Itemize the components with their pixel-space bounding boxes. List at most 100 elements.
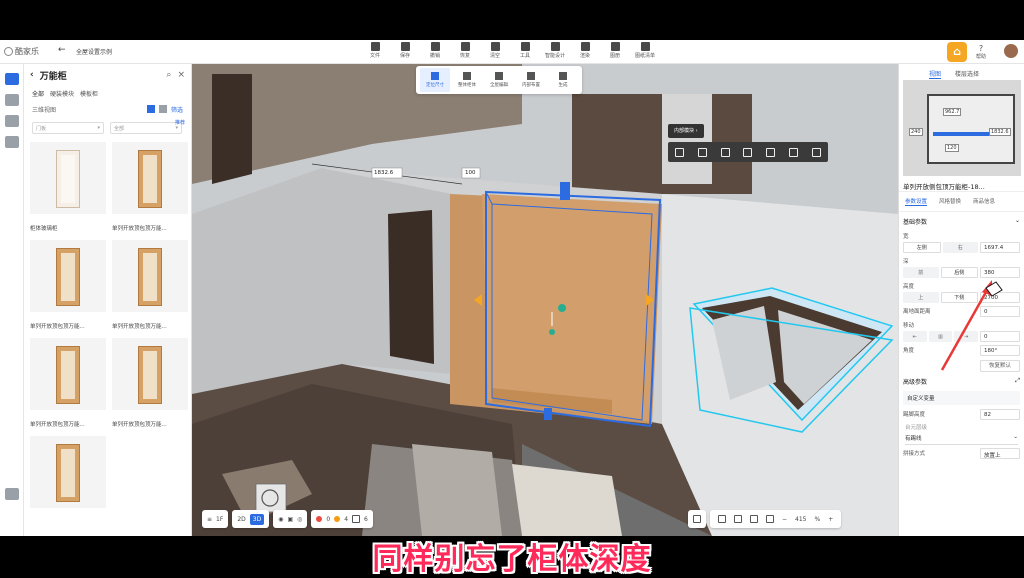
zoom-in-button[interactable]: + [828, 516, 833, 523]
list-view-icon[interactable] [158, 105, 167, 113]
all-filter-select[interactable]: 全部 ▾ [110, 122, 182, 134]
rotate-icon[interactable] [789, 147, 799, 157]
catalog-rail-icon[interactable] [4, 73, 19, 85]
width-right-option[interactable]: 右 [942, 242, 978, 253]
toolbar-smart-design[interactable]: 智能设计 [542, 42, 568, 62]
toolbar-save[interactable]: 保存 [392, 42, 418, 62]
settings-rail-icon[interactable] [4, 488, 19, 500]
breadcrumb[interactable]: 三维视图 [32, 105, 56, 114]
add-icon[interactable] [697, 147, 707, 157]
search-icon[interactable]: ⌕ [166, 70, 171, 80]
context-module-label[interactable]: 内部模块 › [668, 124, 704, 138]
depth-front-option[interactable]: 前 [903, 267, 939, 278]
issue-counter[interactable]: 0 4 6 [311, 510, 373, 528]
user-rail-icon[interactable] [4, 115, 19, 127]
toolbar-file[interactable]: 文件 [362, 42, 388, 62]
settings-toggle[interactable] [688, 510, 706, 528]
toolbar-label: 清空 [489, 53, 500, 59]
toolbar-redo[interactable]: 恢复 [452, 42, 478, 62]
favorite-icon[interactable] [811, 147, 821, 157]
eye-icon[interactable]: ◉ [278, 516, 283, 523]
width-input[interactable]: 1697.4 [980, 242, 1020, 253]
advanced-params-header[interactable]: 高级参数 ⤢ [899, 372, 1024, 389]
tab-all[interactable]: 全部 [32, 89, 44, 98]
width-left-option[interactable]: 左侧 [903, 242, 941, 253]
tab-view[interactable]: 视图 [929, 69, 942, 79]
toolbar-undo[interactable]: 撤销 [422, 42, 448, 62]
catalog-item[interactable] [30, 436, 106, 534]
view-2d-button[interactable]: 2D [237, 516, 245, 523]
catalog-item[interactable]: 单列开放顶包顶万能... [30, 338, 106, 436]
depth-input[interactable]: 380 [980, 267, 1020, 278]
tool-position-dimension[interactable]: 定位尺寸 [420, 68, 450, 92]
zoom-out-button[interactable]: − [782, 516, 787, 523]
tab-style[interactable]: 风格替换 [939, 197, 961, 206]
depth-back-option[interactable]: 后侧 [940, 267, 978, 278]
reset-default-button[interactable]: 恢复默认 [980, 360, 1020, 372]
height-top-option[interactable]: 上 [903, 292, 939, 303]
model-rail-icon[interactable] [4, 94, 19, 106]
snapshot-icon[interactable] [734, 515, 742, 523]
tab-product[interactable]: 商品信息 [973, 197, 995, 206]
tool-generate[interactable]: 生成 [548, 68, 578, 92]
toolbar-render[interactable]: 渲染 [572, 42, 598, 62]
tab-templates[interactable]: 模板柜 [80, 89, 98, 98]
angle-select[interactable]: 180° [980, 344, 1020, 356]
delete-icon[interactable] [720, 147, 730, 157]
tool-whole-cabinet[interactable]: 整体柜体 [452, 68, 482, 92]
3d-viewport[interactable]: 1832.6 100 定位尺寸 整体柜体 全屋编辑 内部布置 生成 内部模块 ›… [192, 64, 898, 536]
catalog-back-icon[interactable]: ‹ [30, 70, 34, 80]
compass-icon[interactable]: ◎ [297, 516, 302, 523]
move-left-icon[interactable]: ⇤ [903, 331, 927, 342]
tool-house-edit[interactable]: 全屋编辑 [484, 68, 514, 92]
tab-floor-select[interactable]: 楼层选择 [955, 69, 979, 79]
view-options[interactable]: ◉ ▣ ◎ [273, 510, 308, 528]
kick-height-input[interactable]: 82 [980, 408, 1020, 420]
catalog-item[interactable]: 单列开放顶包顶万能... [112, 142, 188, 240]
close-icon[interactable]: × [177, 70, 185, 80]
minimap-plan[interactable]: 962.7 1832.6 240 120 [903, 80, 1021, 176]
move-right-icon[interactable]: ⇥ [954, 331, 979, 342]
catalog-item[interactable]: 单列开放顶包顶万能... [112, 240, 188, 338]
help-button[interactable]: ? 帮助 [976, 44, 986, 60]
filter-button[interactable]: 筛选 [171, 105, 183, 114]
split-icon[interactable] [743, 147, 753, 157]
select-icon[interactable] [674, 147, 684, 157]
tool-interior-layout[interactable]: 内部布置 [516, 68, 546, 92]
grid-view-icon[interactable] [146, 105, 155, 113]
tab-hard-modules[interactable]: 硬装模块 [50, 89, 74, 98]
fit-view-icon[interactable] [750, 515, 758, 523]
view-mode-switch[interactable]: 2D 3D [232, 510, 270, 528]
catalog-item[interactable]: 柜体玻璃柜 [30, 142, 106, 240]
toolbar-tools[interactable]: 工具 [512, 42, 538, 62]
measure-icon[interactable] [766, 147, 776, 157]
image-icon[interactable] [718, 515, 726, 523]
zoom-value[interactable]: 415 [795, 516, 806, 523]
join-mode-select[interactable]: 放置上 [980, 447, 1020, 459]
move-input[interactable]: 0 [980, 331, 1021, 342]
cube-icon[interactable]: ▣ [287, 516, 293, 523]
tab-params[interactable]: 参数设置 [905, 197, 928, 206]
fullscreen-icon[interactable] [766, 515, 774, 523]
home-brand-icon[interactable]: ⌂ [947, 42, 967, 62]
toolbar-drawing-list[interactable]: 图纸清单 [632, 42, 658, 62]
toolbar-clear[interactable]: 清空 [482, 42, 508, 62]
app-logo[interactable]: 酷家乐 [4, 46, 39, 57]
height-input[interactable]: 2700 [980, 292, 1020, 303]
floor-selector[interactable]: ≡ 1F [202, 510, 229, 528]
door-filter-select[interactable]: 门板 ▾ [32, 122, 104, 134]
catalog-item[interactable]: 单列开放顶包顶万能... [112, 338, 188, 436]
toolbar-album[interactable]: 图册 [602, 42, 628, 62]
catalog-item[interactable]: 单列开放顶包顶万能... [30, 240, 106, 338]
move-center-icon[interactable]: ▥ [928, 331, 953, 342]
recommend-link[interactable]: 推荐 [175, 119, 185, 126]
furniture-rail-icon[interactable] [4, 136, 19, 148]
view-3d-button[interactable]: 3D [249, 513, 265, 525]
height-bottom-option[interactable]: 下侧 [940, 292, 978, 303]
sub-level-select[interactable]: 有踢线 ⌄ [905, 434, 1018, 445]
user-avatar[interactable] [1004, 44, 1018, 58]
basic-params-header[interactable]: 基础参数 ⌄ [899, 212, 1024, 229]
floor-offset-input[interactable]: 0 [980, 305, 1020, 317]
back-button[interactable]: ← [58, 45, 66, 55]
project-name[interactable]: 全屋设置示例 [76, 47, 112, 56]
